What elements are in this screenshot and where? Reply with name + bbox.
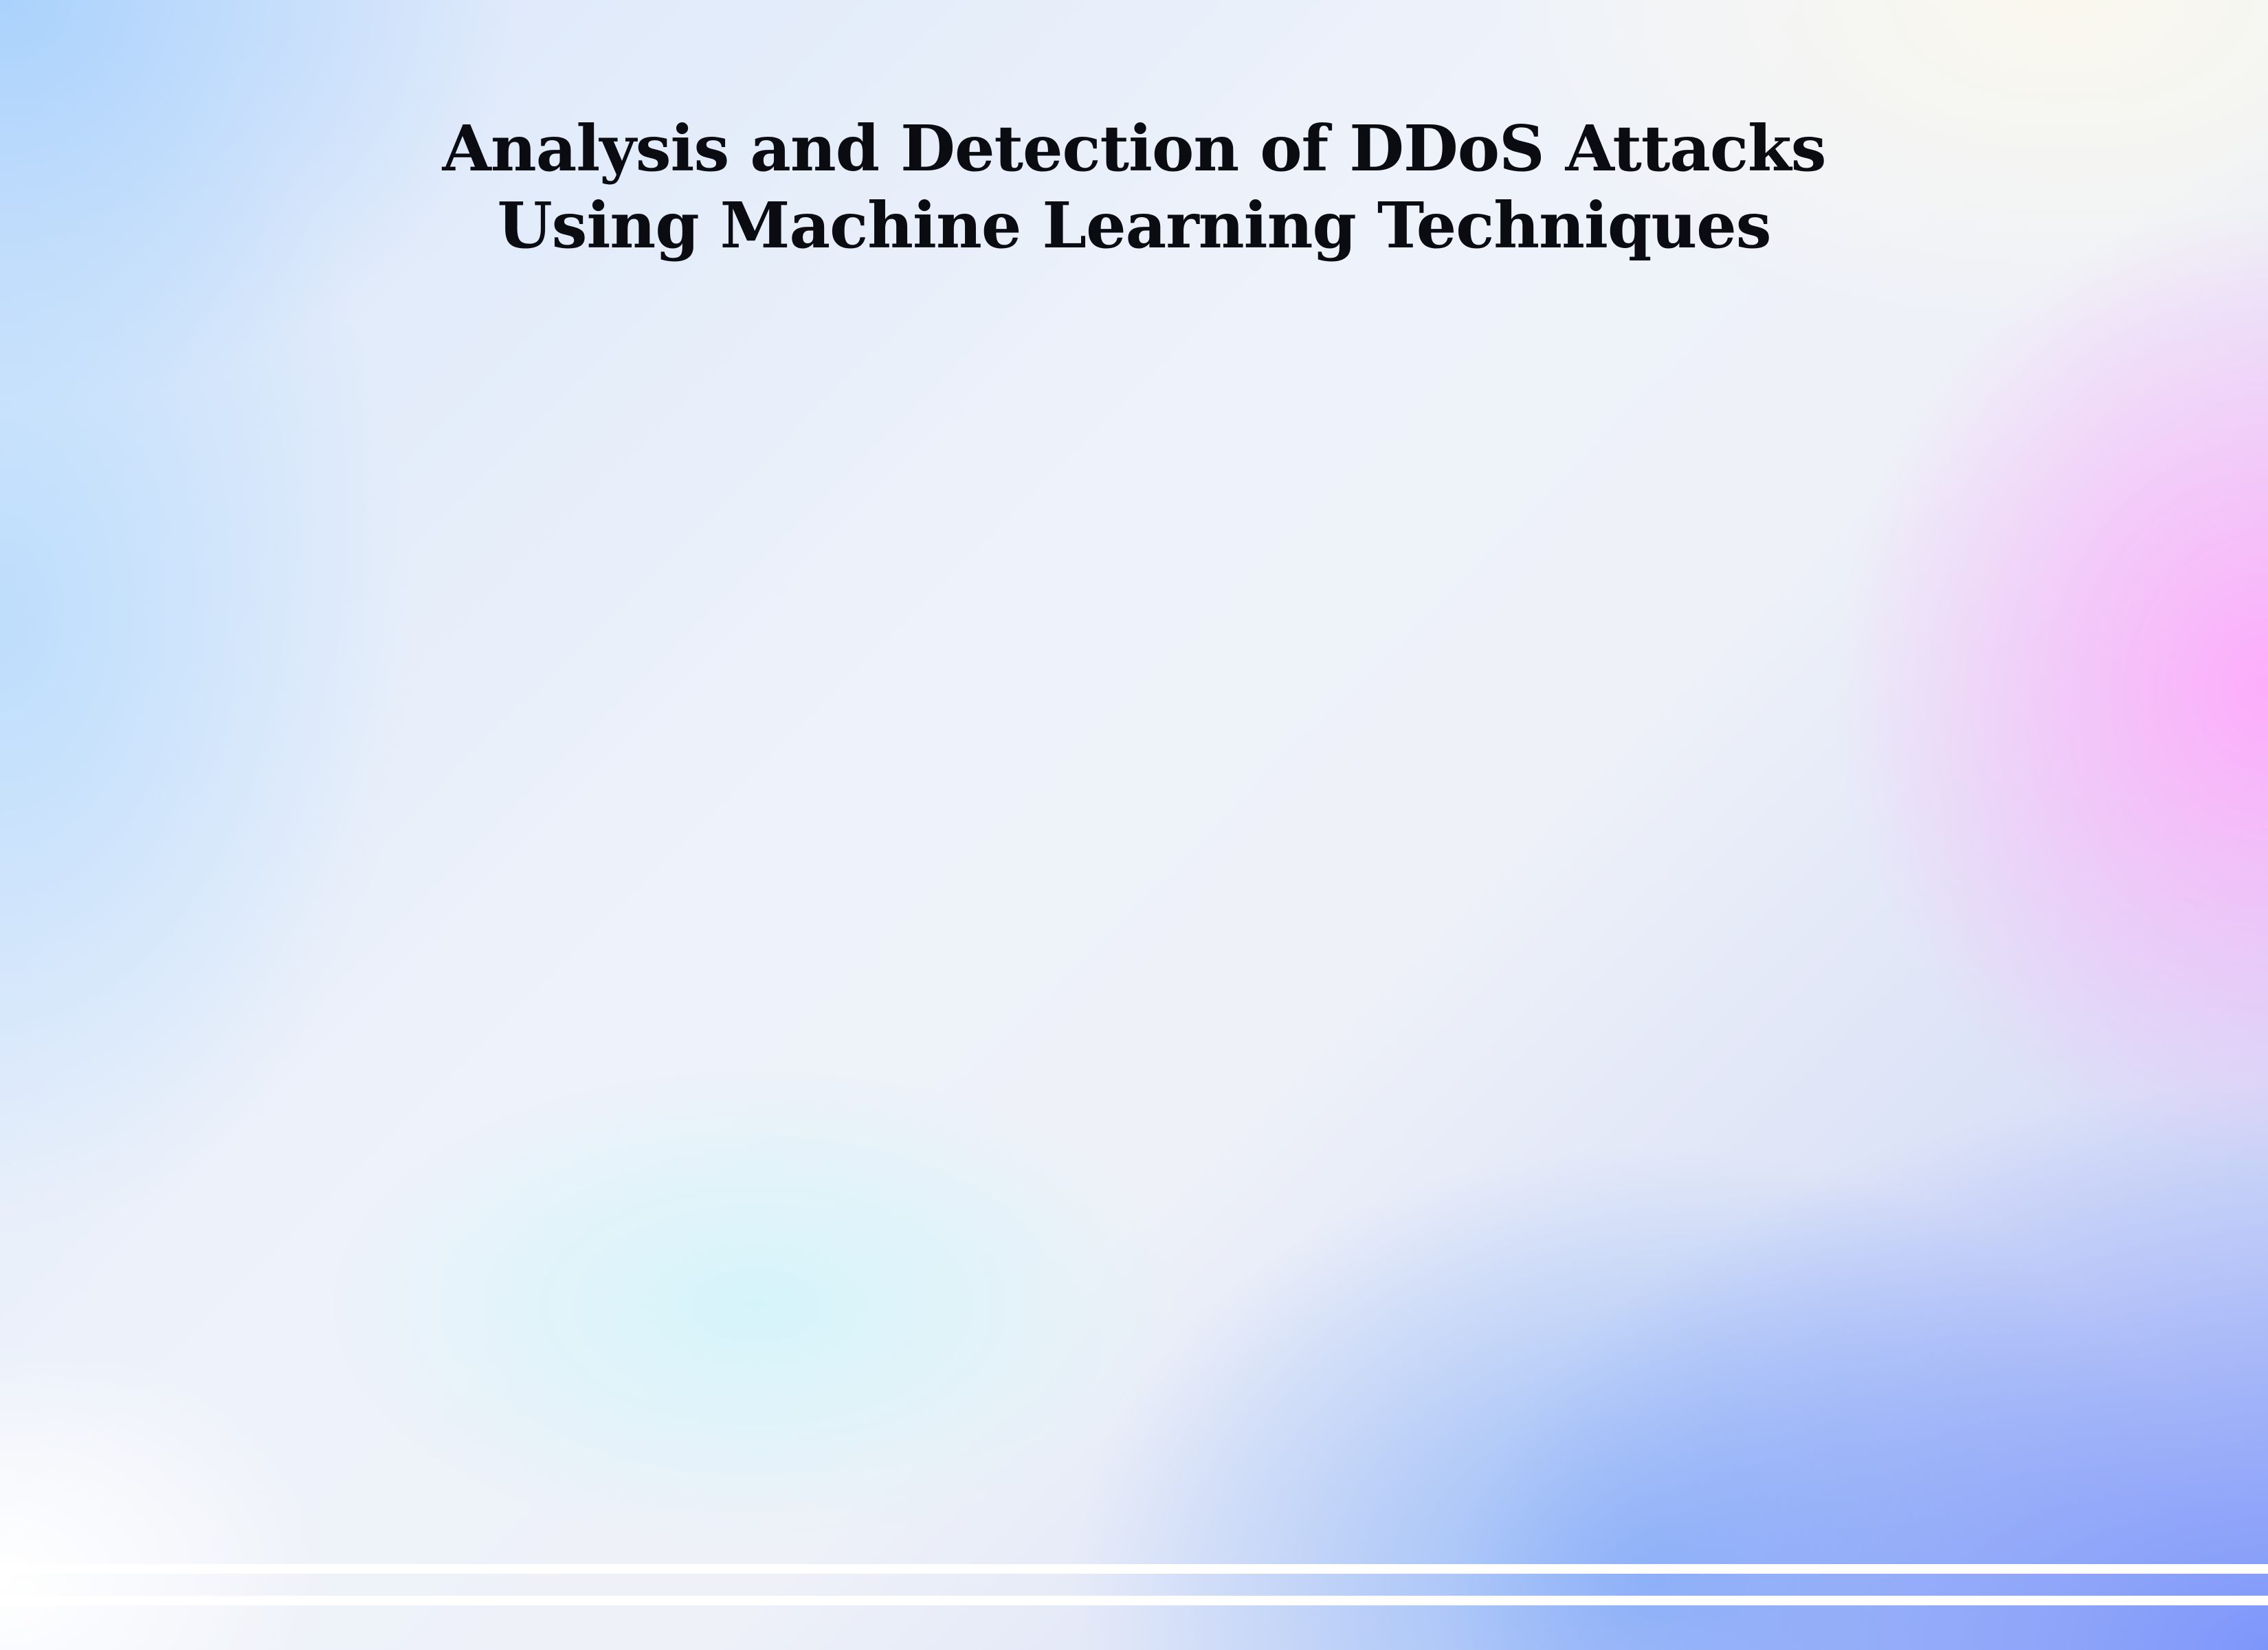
slide-title-line-2: Using Machine Learning Techniques [497, 188, 1771, 263]
decorative-stripe-top [0, 1564, 2268, 1574]
slide-title: Analysis and Detection of DDoS Attacks U… [0, 110, 2268, 264]
slide-title-line-1: Analysis and Detection of DDoS Attacks [442, 111, 1826, 186]
decorative-stripe-bottom [0, 1596, 2268, 1605]
slide-background: Analysis and Detection of DDoS Attacks U… [0, 0, 2268, 1650]
